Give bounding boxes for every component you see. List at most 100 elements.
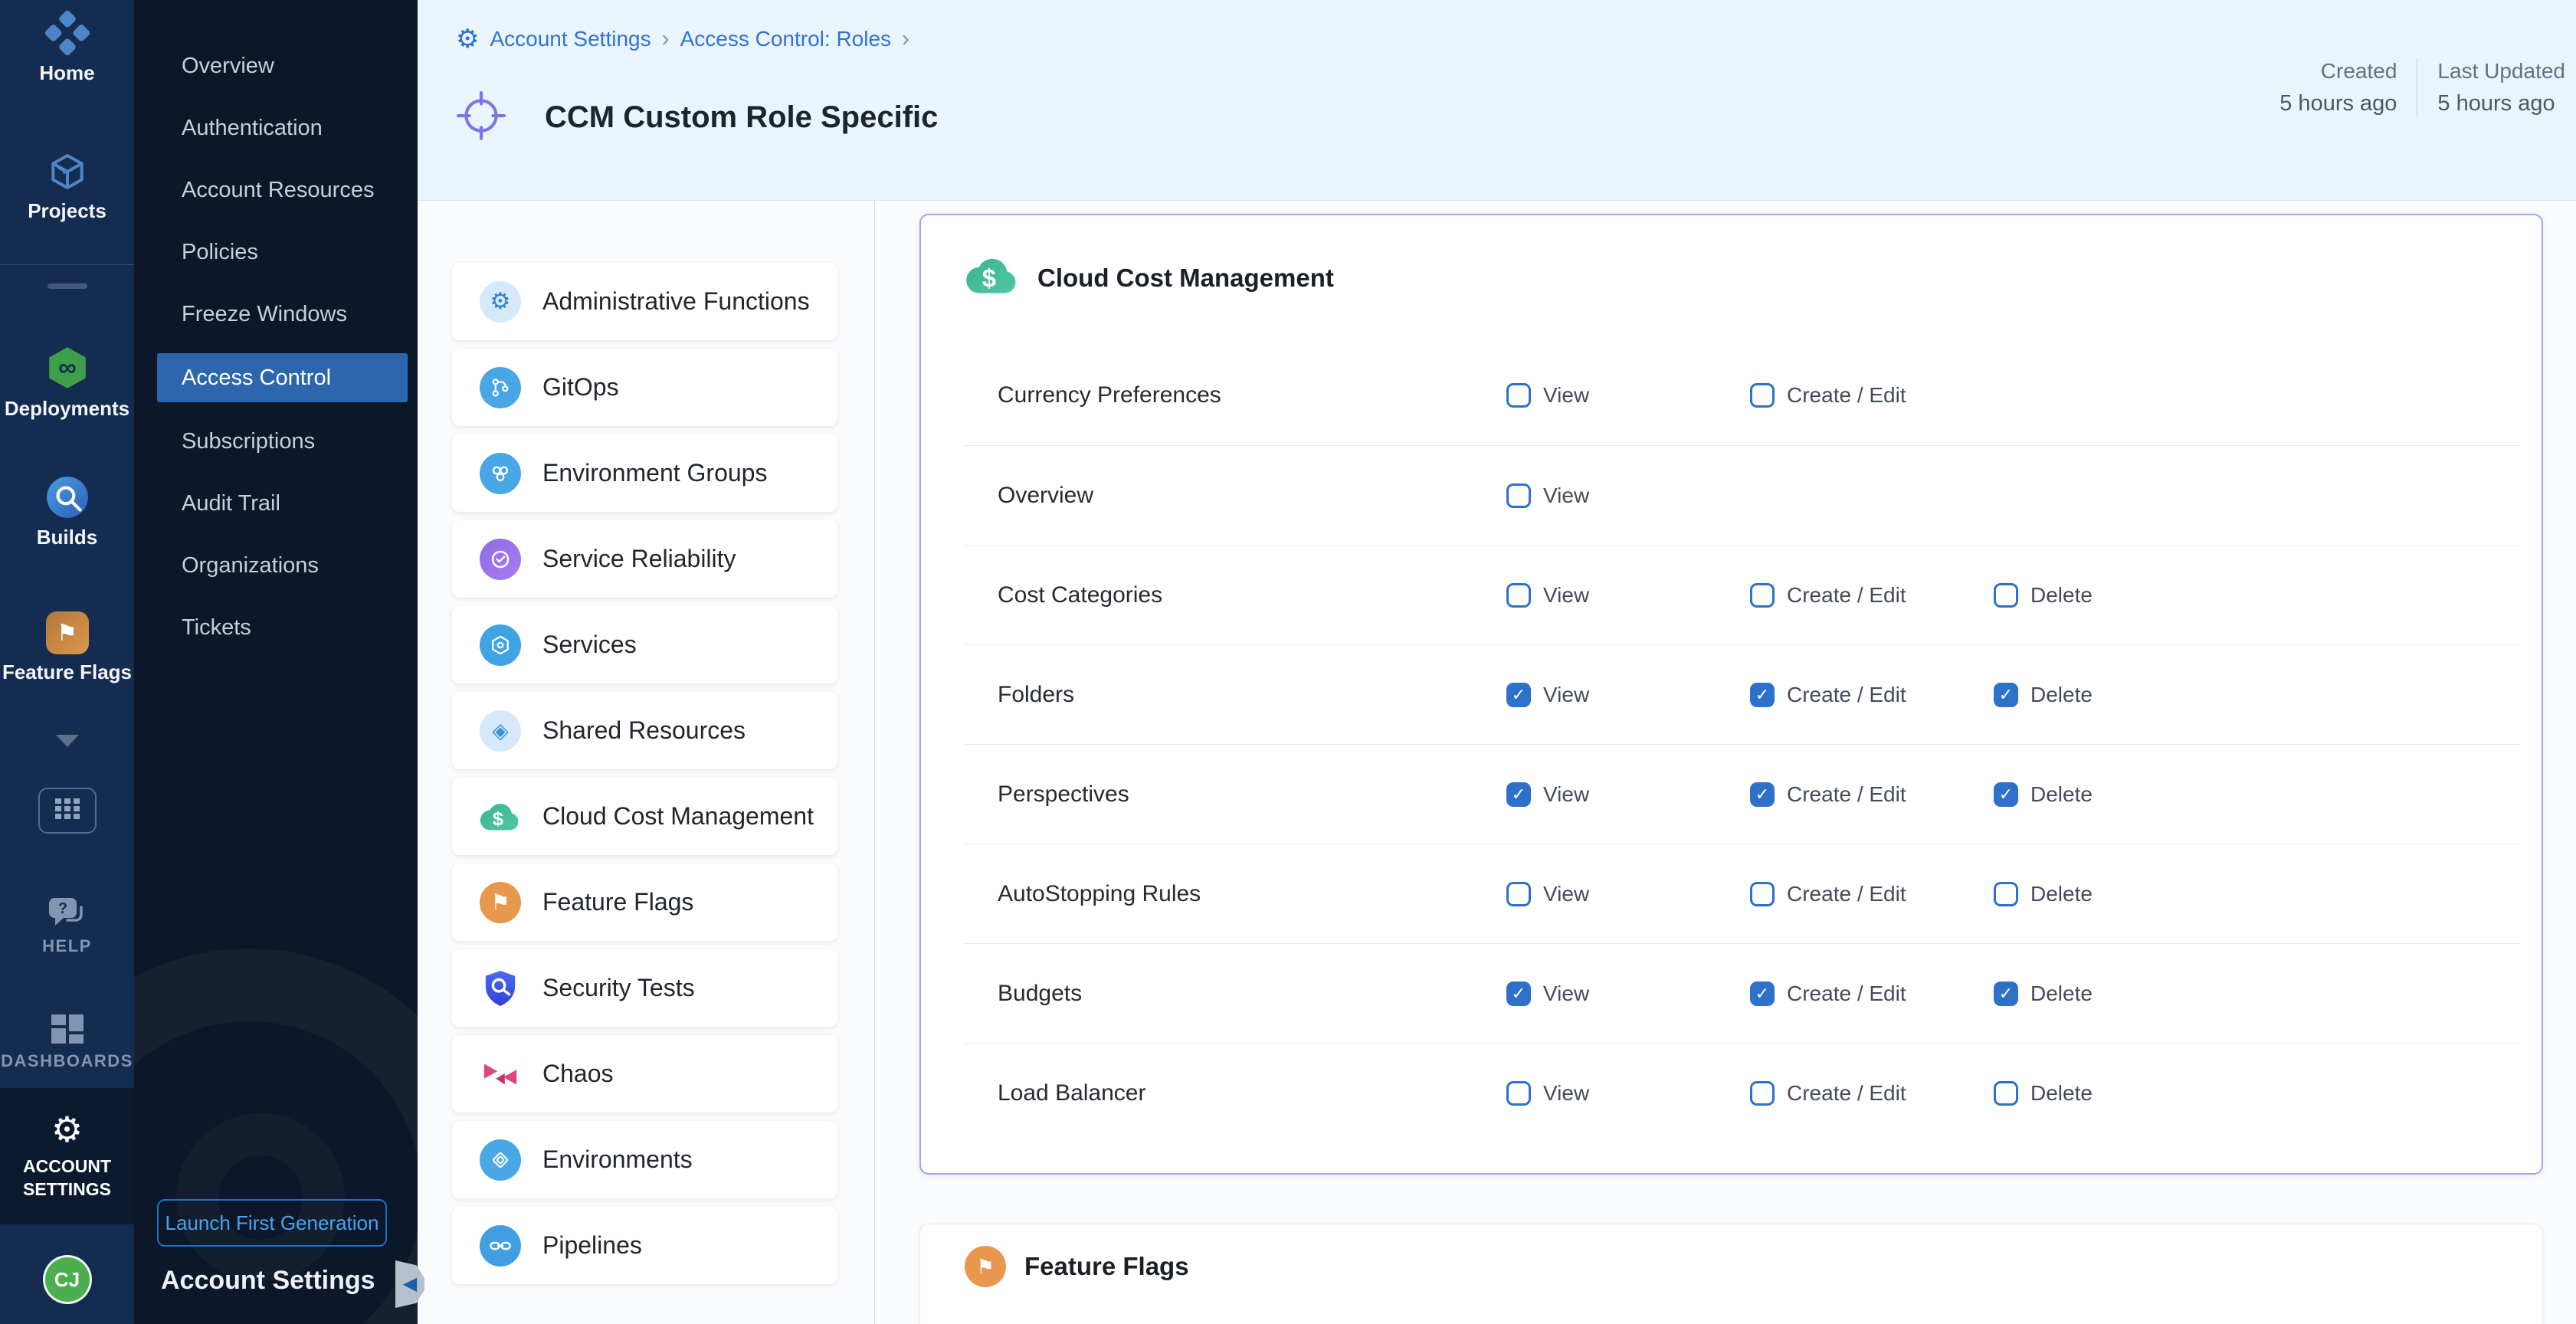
- permission-label: View: [1543, 982, 1589, 1006]
- permission-cell-delete: ✓Delete: [1994, 1081, 2237, 1106]
- ccm-cloud-icon: $: [480, 796, 521, 837]
- launch-first-generation-button[interactable]: Launch First Generation: [157, 1199, 387, 1247]
- resource-card-cloud-cost-management[interactable]: $Cloud Cost Management: [452, 778, 837, 855]
- permissions-panel-title: Cloud Cost Management: [1037, 264, 1334, 293]
- checkbox-budgets-delete[interactable]: ✓: [1994, 982, 2018, 1006]
- sidebar-item-help[interactable]: ? HELP: [0, 895, 134, 956]
- resource-card-gitops[interactable]: GitOps: [452, 349, 837, 426]
- account-settings-label: ACCOUNT SETTINGS: [18, 1155, 117, 1201]
- permission-label: View: [1543, 383, 1589, 408]
- sidebar-more-modules[interactable]: [0, 747, 134, 761]
- checkbox-perspectives-view[interactable]: ✓: [1506, 782, 1531, 807]
- checkbox-autostopping-rules-view[interactable]: ✓: [1506, 882, 1531, 906]
- settings-nav-item-account-resources[interactable]: Account Resources: [134, 167, 418, 213]
- sidebar-item-home[interactable]: Home: [0, 11, 134, 85]
- resource-card-services[interactable]: Services: [452, 606, 837, 683]
- created-value: 5 hours ago: [2279, 87, 2397, 120]
- settings-nav-item-access-control[interactable]: Access Control: [157, 353, 408, 402]
- settings-gear-icon: ⚙: [456, 26, 479, 52]
- permission-label: View: [1543, 583, 1589, 608]
- checkbox-budgets-create-edit[interactable]: ✓: [1750, 982, 1775, 1006]
- check-icon: ✓: [1999, 687, 2013, 703]
- resource-card-label: Pipelines: [542, 1231, 642, 1260]
- sidebar-item-deployments[interactable]: ∞ Deployments: [0, 345, 134, 421]
- feature-flags-label: Feature Flags: [0, 660, 134, 684]
- permission-row-folders: Folders✓View✓Create / Edit✓Delete: [965, 644, 2520, 744]
- resource-card-label: Shared Resources: [542, 716, 746, 745]
- permission-cell-view: ✓View: [1506, 483, 1750, 508]
- settings-nav-item-authentication[interactable]: Authentication: [134, 105, 418, 151]
- ccm-cloud-icon: $: [965, 254, 1019, 302]
- permission-row-label: AutoStopping Rules: [965, 881, 1506, 907]
- sidebar-item-builds[interactable]: Builds: [0, 475, 134, 549]
- resource-card-environment-groups[interactable]: Environment Groups: [452, 434, 837, 512]
- settings-nav-item-audit-trail[interactable]: Audit Trail: [134, 480, 418, 526]
- sidebar-item-account-settings[interactable]: ⚙ ACCOUNT SETTINGS: [0, 1088, 134, 1224]
- checkbox-load-balancer-delete[interactable]: ✓: [1994, 1081, 2018, 1106]
- resource-card-service-reliability[interactable]: Service Reliability: [452, 520, 837, 598]
- help-label: HELP: [0, 936, 134, 956]
- content-area: ⚙Administrative Functions GitOps Environme…: [418, 201, 2576, 1324]
- sidebar-item-dashboards[interactable]: DASHBOARDS: [0, 1013, 134, 1071]
- sidebar-item-projects[interactable]: Projects: [0, 150, 134, 223]
- resource-card-shared-resources[interactable]: ◈ Shared Resources: [452, 692, 837, 769]
- permission-row-overview: Overview✓View: [965, 445, 2520, 545]
- app-window: Home Projects ∞ Deployments: [0, 0, 2576, 1324]
- permission-row-budgets: Budgets✓View✓Create / Edit✓Delete: [965, 943, 2520, 1043]
- settings-nav-item-subscriptions[interactable]: Subscriptions: [134, 418, 418, 464]
- settings-nav-item-overview[interactable]: Overview: [134, 43, 418, 89]
- settings-nav-item-policies[interactable]: Policies: [134, 229, 418, 275]
- breadcrumb-access-control-roles[interactable]: Access Control: Roles: [680, 27, 891, 51]
- resource-card-chaos[interactable]: Chaos: [452, 1035, 837, 1113]
- resource-card-administrative-functions[interactable]: ⚙Administrative Functions: [452, 263, 837, 340]
- check-icon: ✓: [1755, 985, 1769, 1002]
- settings-nav-item-freeze-windows[interactable]: Freeze Windows: [134, 291, 418, 337]
- resource-card-security-tests[interactable]: Security Tests: [452, 949, 837, 1027]
- permission-cell-create-edit: ✓Create / Edit: [1750, 1081, 1994, 1106]
- checkbox-load-balancer-create-edit[interactable]: ✓: [1750, 1081, 1775, 1106]
- checkbox-overview-view[interactable]: ✓: [1506, 483, 1531, 508]
- check-icon: ✓: [1755, 786, 1769, 803]
- module-switcher-button[interactable]: [38, 788, 97, 834]
- resource-card-feature-flags[interactable]: ⚑Feature Flags: [452, 864, 837, 941]
- resource-card-pipelines[interactable]: Pipelines: [452, 1207, 837, 1284]
- checkbox-cost-categories-delete[interactable]: ✓: [1994, 583, 2018, 608]
- projects-icon: [0, 150, 134, 193]
- checkbox-autostopping-rules-delete[interactable]: ✓: [1994, 882, 2018, 906]
- sidebar-item-feature-flags[interactable]: ⚑ Feature Flags: [0, 611, 134, 684]
- checkbox-folders-delete[interactable]: ✓: [1994, 683, 2018, 707]
- checkbox-cost-categories-create-edit[interactable]: ✓: [1750, 583, 1775, 608]
- svg-text:$: $: [493, 808, 503, 830]
- checkbox-folders-view[interactable]: ✓: [1506, 683, 1531, 707]
- meta-block: Created 5 hours ago Last Updated 5 hours…: [2279, 55, 2565, 120]
- checkbox-cost-categories-view[interactable]: ✓: [1506, 583, 1531, 608]
- checkbox-autostopping-rules-create-edit[interactable]: ✓: [1750, 882, 1775, 906]
- breadcrumb-account-settings[interactable]: Account Settings: [490, 27, 651, 51]
- resource-card-environments[interactable]: Environments: [452, 1121, 837, 1198]
- checkbox-currency-preferences-create-edit[interactable]: ✓: [1750, 383, 1775, 408]
- main-area: ⚙ Account Settings › Access Control: Rol…: [418, 0, 2576, 1324]
- avatar[interactable]: CJ: [43, 1255, 92, 1304]
- sidebar-dash: [48, 283, 87, 289]
- check-icon: ✓: [1999, 786, 2013, 803]
- checkbox-budgets-view[interactable]: ✓: [1506, 982, 1531, 1006]
- permission-row-label: Cost Categories: [965, 582, 1506, 608]
- environments-icon: [480, 1139, 521, 1181]
- permission-label: Create / Edit: [1787, 583, 1906, 608]
- permission-label: View: [1543, 782, 1589, 807]
- shared-resources-icon: ◈: [480, 710, 521, 752]
- last-updated-value: 5 hours ago: [2437, 87, 2565, 120]
- settings-nav-item-tickets[interactable]: Tickets: [134, 605, 418, 651]
- permission-cell-create-edit: ✓Create / Edit: [1750, 982, 1994, 1006]
- checkbox-currency-preferences-view[interactable]: ✓: [1506, 383, 1531, 408]
- module-sidebar: Home Projects ∞ Deployments: [0, 0, 134, 1324]
- resource-card-label: Service Reliability: [542, 545, 736, 573]
- checkbox-perspectives-delete[interactable]: ✓: [1994, 782, 2018, 807]
- permission-label: Delete: [2030, 982, 2093, 1006]
- permission-label: View: [1543, 882, 1589, 906]
- settings-nav-item-organizations[interactable]: Organizations: [134, 542, 418, 588]
- checkbox-load-balancer-view[interactable]: ✓: [1506, 1081, 1531, 1106]
- checkbox-perspectives-create-edit[interactable]: ✓: [1750, 782, 1775, 807]
- checkbox-folders-create-edit[interactable]: ✓: [1750, 683, 1775, 707]
- permission-cell-create-edit: ✓Create / Edit: [1750, 782, 1994, 807]
